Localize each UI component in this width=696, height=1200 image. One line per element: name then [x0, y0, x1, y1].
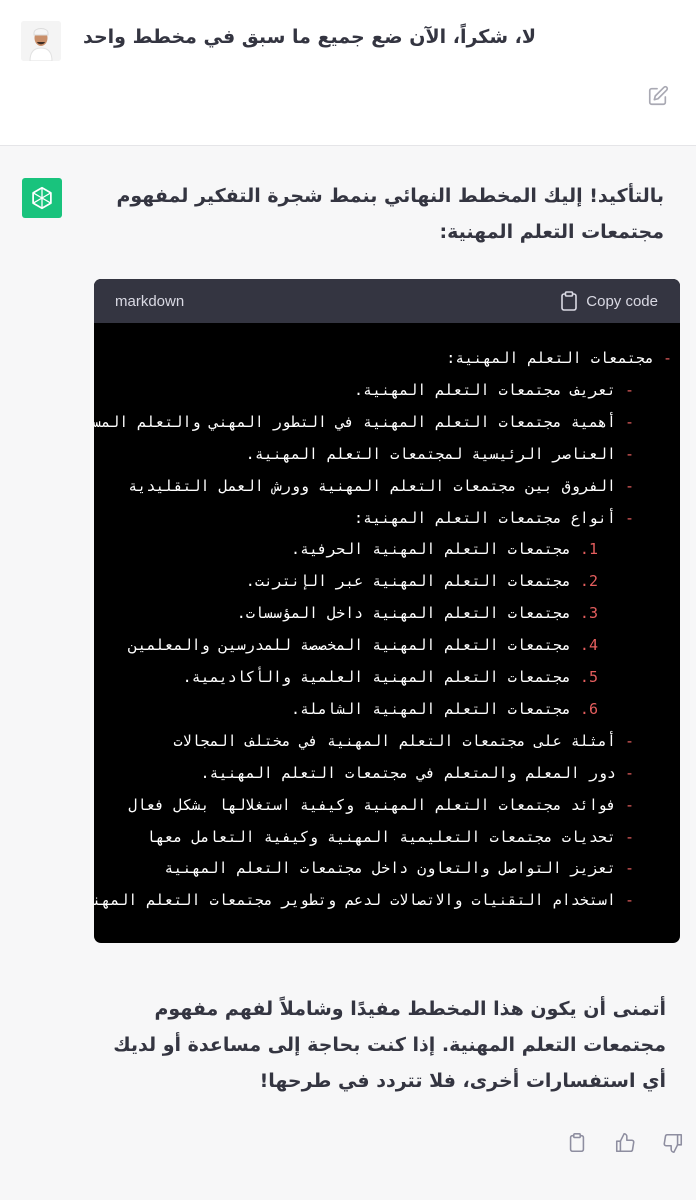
list-marker: - [615, 891, 634, 910]
list-marker: 4. [570, 636, 598, 655]
code-block: markdown Copy code - مجتمعات التعلم المه… [94, 279, 680, 943]
list-marker: 6. [570, 699, 598, 718]
assistant-outro-text: أتمنى أن يكون هذا المخطط مفيدًا وشاملاً … [113, 998, 666, 1092]
list-marker: - [615, 859, 634, 878]
assistant-message-block: بالتأكيد! إليك المخطط النهائي بنمط شجرة … [0, 146, 696, 1200]
user-message-block: لا، شكراً، الآن ضع جميع ما سبق في مخطط و… [0, 0, 696, 146]
code-line: - تحديات مجتمعات التعليمية المهنية وكيفي… [146, 826, 634, 848]
code-line-text: مجتمعات التعلم المهنية الشاملة. [290, 699, 571, 718]
thumbs-up-icon[interactable] [614, 1132, 636, 1154]
code-line-text: تعزيز التواصل والتعاون داخل مجتمعات التع… [164, 859, 616, 878]
thumbs-down-icon[interactable] [662, 1132, 684, 1154]
code-line-text: الفروق بين مجتمعات التعلم المهنية وورش ا… [128, 476, 616, 495]
list-marker: 1. [570, 540, 598, 559]
code-line-text: تعريف مجتمعات التعلم المهنية. [354, 380, 616, 399]
code-content: - مجتمعات التعلم المهنية: - تعريف مجتمعات… [94, 323, 680, 943]
code-line-text: تحديات مجتمعات التعليمية المهنية وكيفية … [146, 827, 616, 846]
code-line-text: العناصر الرئيسية لمجتمعات التعلم المهنية… [245, 444, 616, 463]
code-line-text: استخدام التقنيات والاتصالات لدعم وتطوير … [94, 891, 616, 910]
code-line: 1. مجتمعات التعلم المهنية الحرفية. [291, 538, 598, 560]
code-line-text: مجتمعات التعلم المهنية عبر الإنترنت. [245, 572, 571, 591]
code-line-text: فوائد مجتمعات التعلم المهنية وكيفية استغ… [128, 795, 616, 814]
code-line-text: مجتمعات التعلم المهنية المخصصة للمدرسين … [128, 636, 571, 655]
user-avatar [21, 21, 61, 61]
message-actions [566, 1132, 684, 1158]
code-line-text: دور المعلم والمتعلم في مجتمعات التعلم ال… [200, 763, 616, 782]
code-line: - تعريف مجتمعات التعلم المهنية. [354, 379, 634, 401]
code-line: - أهمية مجتمعات التعلم المهنية في التطور… [94, 411, 634, 433]
list-marker: - [615, 412, 634, 431]
list-marker: - [615, 380, 634, 399]
clipboard-icon [561, 291, 578, 311]
list-marker: - [615, 508, 634, 527]
code-line: 5. مجتمعات التعلم المهنية العلمية والأكا… [183, 666, 598, 688]
list-marker: - [615, 827, 634, 846]
code-line: - أمثلة على مجتمعات التعلم المهنية في مخ… [173, 730, 634, 752]
code-line: - العناصر الرئيسية لمجتمعات التعلم المهن… [246, 443, 634, 465]
openai-logo-icon [22, 178, 62, 218]
code-line: - دور المعلم والمتعلم في مجتمعات التعلم … [201, 762, 634, 784]
code-line-text: مجتمعات التعلم المهنية داخل المؤسسات. [236, 604, 571, 623]
code-line-text: مجتمعات التعلم المهنية: [446, 349, 654, 367]
copy-code-button[interactable]: Copy code [560, 291, 658, 311]
code-line: - تعزيز التواصل والتعاون داخل مجتمعات ال… [164, 857, 634, 879]
user-message-text: لا، شكراً، الآن ضع جميع ما سبق في مخطط و… [83, 26, 536, 48]
list-marker: - [615, 763, 634, 782]
code-line: 4. مجتمعات التعلم المهنية المخصصة للمدرس… [128, 634, 598, 656]
code-line: 3. مجتمعات التعلم المهنية داخل المؤسسات. [237, 602, 598, 624]
edit-icon[interactable] [647, 85, 669, 107]
code-language-label: markdown [115, 292, 185, 310]
assistant-intro-text: بالتأكيد! إليك المخطط النهائي بنمط شجرة … [116, 185, 664, 243]
code-block-header: markdown Copy code [94, 279, 680, 323]
code-line: 2. مجتمعات التعلم المهنية عبر الإنترنت. [246, 570, 598, 592]
list-marker: - [615, 444, 634, 463]
code-line-text: مجتمعات التعلم المهنية العلمية والأكاديم… [182, 668, 571, 686]
code-line: - أنواع مجتمعات التعلم المهنية: [354, 507, 634, 529]
code-line: - فوائد مجتمعات التعلم المهنية وكيفية اس… [128, 794, 634, 816]
list-marker: 3. [570, 604, 598, 623]
list-marker: - [615, 476, 634, 495]
list-marker: 5. [570, 668, 598, 686]
code-line-text: أمثلة على مجتمعات التعلم المهنية في مختل… [173, 731, 616, 750]
code-line-text: أنواع مجتمعات التعلم المهنية: [354, 508, 616, 527]
code-line: - استخدام التقنيات والاتصالات لدعم وتطوي… [94, 889, 634, 911]
code-line-text: أهمية مجتمعات التعلم المهنية في التطور ا… [94, 412, 616, 431]
list-marker: 2. [570, 572, 598, 591]
copy-code-label: Copy code [586, 292, 658, 310]
clipboard-icon[interactable] [566, 1132, 588, 1154]
code-line-text: مجتمعات التعلم المهنية الحرفية. [290, 540, 571, 559]
list-marker: - [653, 349, 672, 367]
code-line: - الفروق بين مجتمعات التعلم المهنية وورش… [128, 475, 634, 497]
code-line: - مجتمعات التعلم المهنية: [446, 347, 672, 369]
list-marker: - [615, 795, 634, 814]
list-marker: - [615, 731, 634, 750]
code-line: 6. مجتمعات التعلم المهنية الشاملة. [291, 698, 598, 720]
